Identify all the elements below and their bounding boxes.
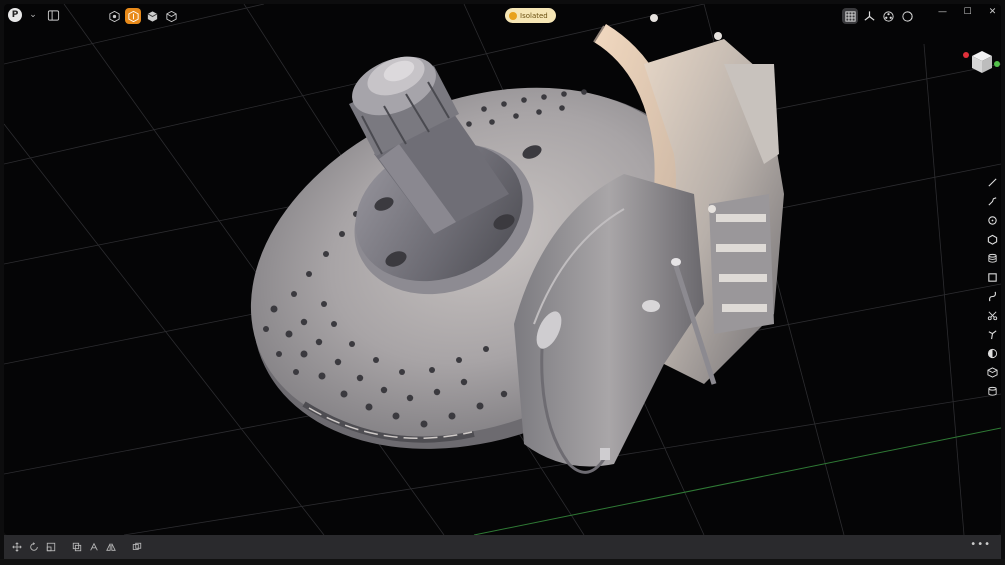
isolation-badge[interactable]: Isolated <box>505 8 556 23</box>
mode-switcher <box>106 8 179 24</box>
3d-viewport[interactable] <box>4 4 1001 535</box>
axes-icon[interactable] <box>861 8 877 24</box>
duplicate-icon[interactable] <box>70 540 84 554</box>
move-icon[interactable] <box>10 540 24 554</box>
stack-icon[interactable] <box>984 250 1000 267</box>
polyline-icon[interactable] <box>984 193 1000 210</box>
transform-icon[interactable] <box>87 540 101 554</box>
view-tools <box>842 8 915 24</box>
sphere-icon[interactable] <box>899 8 915 24</box>
more-options-button[interactable]: ••• <box>970 539 991 550</box>
part-icon[interactable] <box>106 8 122 24</box>
close-icon[interactable]: ✕ <box>980 0 1005 24</box>
account-avatar[interactable]: P <box>8 8 22 22</box>
tool-rail <box>983 172 1001 400</box>
line-icon[interactable] <box>984 174 1000 191</box>
panel-toggle-icon[interactable] <box>44 6 62 24</box>
materials-icon[interactable] <box>880 8 896 24</box>
component-icon[interactable] <box>125 8 141 24</box>
window-controls: — ☐ ✕ <box>930 0 1005 24</box>
branch-icon[interactable] <box>984 326 1000 343</box>
polygon-icon[interactable] <box>984 231 1000 248</box>
assembly-icon[interactable] <box>144 8 160 24</box>
cylinder-icon[interactable] <box>984 383 1000 400</box>
isolation-badge-label: Isolated <box>520 11 548 20</box>
grid-icon[interactable] <box>842 8 858 24</box>
rectangle-icon[interactable] <box>984 269 1000 286</box>
viewport-scene[interactable] <box>4 4 1001 535</box>
box-icon[interactable] <box>163 8 179 24</box>
minimize-icon[interactable]: — <box>930 0 955 24</box>
rotate-icon[interactable] <box>27 540 41 554</box>
status-strip <box>0 559 1005 565</box>
scale-icon[interactable] <box>44 540 58 554</box>
isolation-dot-icon <box>509 11 517 20</box>
spline-icon[interactable] <box>984 288 1000 305</box>
maximize-icon[interactable]: ☐ <box>955 0 980 24</box>
cube-icon[interactable] <box>984 364 1000 381</box>
mirror-icon[interactable] <box>104 540 118 554</box>
scissors-icon[interactable] <box>984 307 1000 324</box>
half-circle-icon[interactable] <box>984 345 1000 362</box>
group-icon[interactable] <box>130 540 144 554</box>
top-bar: P ⌄ Isolated — ☐ ✕ <box>0 0 1005 32</box>
chevron-down-icon[interactable]: ⌄ <box>28 10 38 20</box>
bottom-toolbar: ••• <box>4 535 1001 559</box>
circle-icon[interactable] <box>984 212 1000 229</box>
app-window: P ⌄ Isolated — ☐ ✕ ••• <box>0 0 1005 565</box>
nav-cube[interactable] <box>962 46 1001 76</box>
